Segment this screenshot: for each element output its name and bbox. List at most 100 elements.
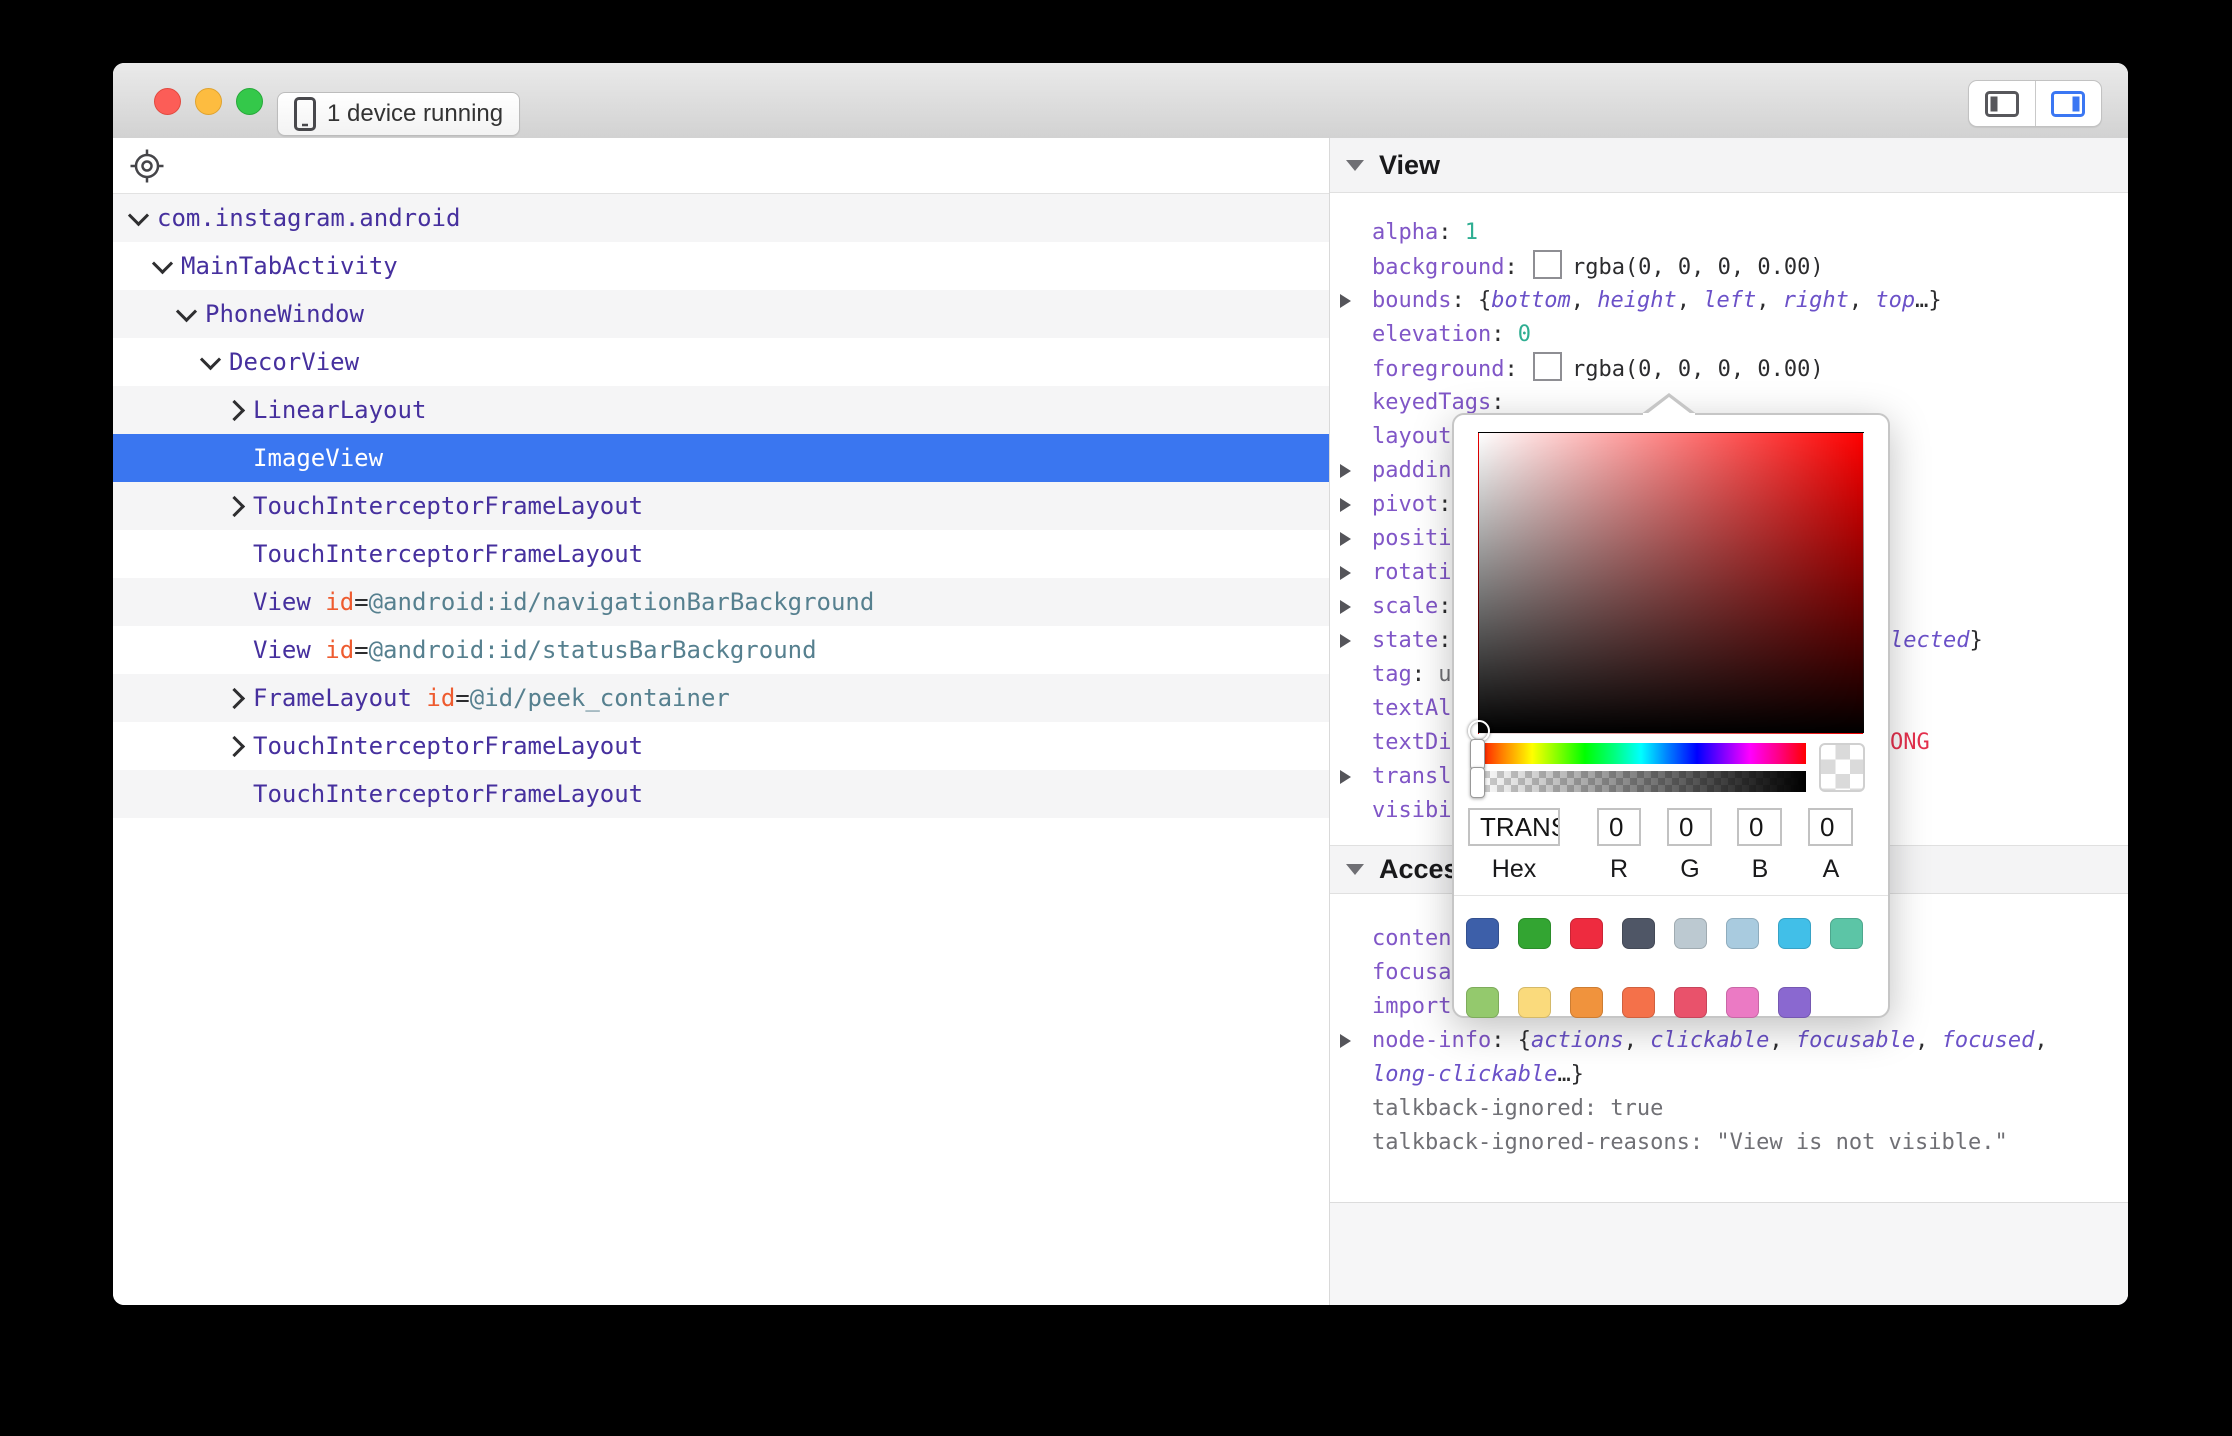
hex-input[interactable]: [1468, 808, 1560, 846]
saturation-brightness-field[interactable]: [1478, 432, 1864, 734]
text-segment: focusa: [1372, 960, 1451, 985]
text-segment: TouchInterceptorFrameLayout: [253, 492, 643, 520]
color-value-swatch[interactable]: [1533, 250, 1562, 279]
palette-swatch[interactable]: [1570, 918, 1603, 949]
tree-row[interactable]: PhoneWindow: [113, 290, 1329, 338]
chevron-down-icon[interactable]: [203, 355, 229, 370]
tree-row[interactable]: TouchInterceptorFrameLayout: [113, 530, 1329, 578]
tree-row[interactable]: LinearLayout: [113, 386, 1329, 434]
chevron-down-icon[interactable]: [179, 307, 205, 322]
tree-row[interactable]: View id=@android:id/statusBarBackground: [113, 626, 1329, 674]
palette-swatch[interactable]: [1830, 918, 1863, 949]
disclosure-triangle-icon[interactable]: [1346, 864, 1364, 875]
text-segment: :: [1438, 594, 1451, 619]
tree-panel: com.instagram.androidMainTabActivityPhon…: [113, 138, 1330, 1305]
text-segment: talkback-ignored-reasons:: [1372, 1130, 1716, 1155]
property-row[interactable]: elevation: 0: [1330, 318, 2128, 352]
expand-arrow-icon[interactable]: [1340, 498, 1351, 512]
chevron-right-icon[interactable]: [227, 499, 253, 514]
tree-row[interactable]: TouchInterceptorFrameLayout: [113, 482, 1329, 530]
text-segment: u: [1438, 662, 1451, 687]
device-status-button[interactable]: 1 device running: [277, 92, 520, 136]
disclosure-triangle-icon[interactable]: [1346, 160, 1364, 171]
palette-swatch[interactable]: [1674, 987, 1707, 1018]
section-header-view[interactable]: View: [1330, 138, 2128, 193]
tree-row[interactable]: TouchInterceptorFrameLayout: [113, 722, 1329, 770]
expand-arrow-icon[interactable]: [1340, 600, 1351, 614]
text-segment: node-info: [1372, 1028, 1491, 1053]
green-input[interactable]: [1667, 808, 1712, 846]
property-text: scale:: [1372, 594, 1451, 619]
palette-swatch[interactable]: [1778, 987, 1811, 1018]
palette-swatch[interactable]: [1518, 987, 1551, 1018]
text-segment: =: [455, 684, 469, 712]
tree-row[interactable]: View id=@android:id/navigationBarBackgro…: [113, 578, 1329, 626]
palette-swatch[interactable]: [1518, 918, 1551, 949]
expand-arrow-icon[interactable]: [1340, 532, 1351, 546]
palette-swatch[interactable]: [1466, 987, 1499, 1018]
property-row[interactable]: talkback-ignored-reasons: "View is not v…: [1330, 1126, 2128, 1160]
expand-arrow-icon[interactable]: [1340, 464, 1351, 478]
palette-swatch[interactable]: [1726, 918, 1759, 949]
text-segment: =: [354, 636, 368, 664]
palette-swatch[interactable]: [1622, 918, 1655, 949]
expand-arrow-icon[interactable]: [1340, 294, 1351, 308]
tree-row[interactable]: MainTabActivity: [113, 242, 1329, 290]
property-text: import: [1372, 994, 1451, 1019]
chevron-down-icon[interactable]: [131, 211, 157, 226]
toggle-left-panel-button[interactable]: [1969, 81, 2035, 126]
text-segment: ,: [1769, 1028, 1796, 1053]
property-row[interactable]: foreground: rgba(0, 0, 0, 0.00): [1330, 352, 2128, 386]
chevron-right-icon[interactable]: [227, 403, 253, 418]
expand-arrow-icon[interactable]: [1340, 634, 1351, 648]
property-row[interactable]: background: rgba(0, 0, 0, 0.00): [1330, 250, 2128, 284]
property-text: layout: [1372, 424, 1451, 449]
locate-view-button[interactable]: [127, 146, 167, 186]
text-segment: actions: [1531, 1028, 1624, 1053]
palette-swatch[interactable]: [1674, 918, 1707, 949]
property-row[interactable]: talkback-ignored: true: [1330, 1092, 2128, 1126]
alpha-slider[interactable]: [1476, 771, 1806, 792]
toggle-right-panel-button[interactable]: [2035, 81, 2102, 126]
tree-row[interactable]: ImageView: [113, 434, 1329, 482]
chevron-right-icon[interactable]: [227, 691, 253, 706]
property-row[interactable]: alpha: 1: [1330, 216, 2128, 250]
green-label: G: [1680, 855, 1699, 884]
expand-arrow-icon[interactable]: [1340, 566, 1351, 580]
text-segment: :: [1438, 220, 1465, 245]
alpha-input[interactable]: [1808, 808, 1853, 846]
text-segment: tag: [1372, 662, 1412, 687]
text-segment: textAl: [1372, 696, 1451, 721]
property-text: bounds: {bottom, height, left, right, to…: [1372, 288, 1942, 313]
palette-swatch[interactable]: [1622, 987, 1655, 1018]
red-input[interactable]: [1597, 808, 1641, 846]
divider: [1454, 895, 1888, 896]
text-segment: bounds: [1372, 288, 1451, 313]
property-row[interactable]: node-info: {actions, clickable, focusabl…: [1330, 1024, 2128, 1058]
tree-row[interactable]: com.instagram.android: [113, 194, 1329, 242]
tree-row[interactable]: TouchInterceptorFrameLayout: [113, 770, 1329, 818]
hue-slider-handle[interactable]: [1470, 739, 1485, 770]
alpha-slider-handle[interactable]: [1470, 767, 1485, 798]
chevron-down-icon[interactable]: [155, 259, 181, 274]
blue-input[interactable]: [1737, 808, 1782, 846]
tree-row[interactable]: DecorView: [113, 338, 1329, 386]
expand-arrow-icon[interactable]: [1340, 1034, 1351, 1048]
expand-arrow-icon[interactable]: [1340, 770, 1351, 784]
minimize-button[interactable]: [195, 88, 222, 115]
close-button[interactable]: [154, 88, 181, 115]
chevron-right-icon[interactable]: [227, 739, 253, 754]
property-row[interactable]: bounds: {bottom, height, left, right, to…: [1330, 284, 2128, 318]
current-color-swatch: [1819, 743, 1865, 792]
palette-swatch[interactable]: [1726, 987, 1759, 1018]
text-segment: ,: [1677, 288, 1704, 313]
tree-row[interactable]: FrameLayout id=@id/peek_container: [113, 674, 1329, 722]
color-value-swatch[interactable]: [1533, 352, 1562, 381]
palette-swatch[interactable]: [1466, 918, 1499, 949]
palette-swatch[interactable]: [1570, 987, 1603, 1018]
property-text: textAl: [1372, 696, 1451, 721]
property-row[interactable]: long-clickable…}: [1330, 1058, 2128, 1092]
palette-swatch[interactable]: [1778, 918, 1811, 949]
fullscreen-button[interactable]: [236, 88, 263, 115]
hue-slider[interactable]: [1476, 743, 1806, 764]
